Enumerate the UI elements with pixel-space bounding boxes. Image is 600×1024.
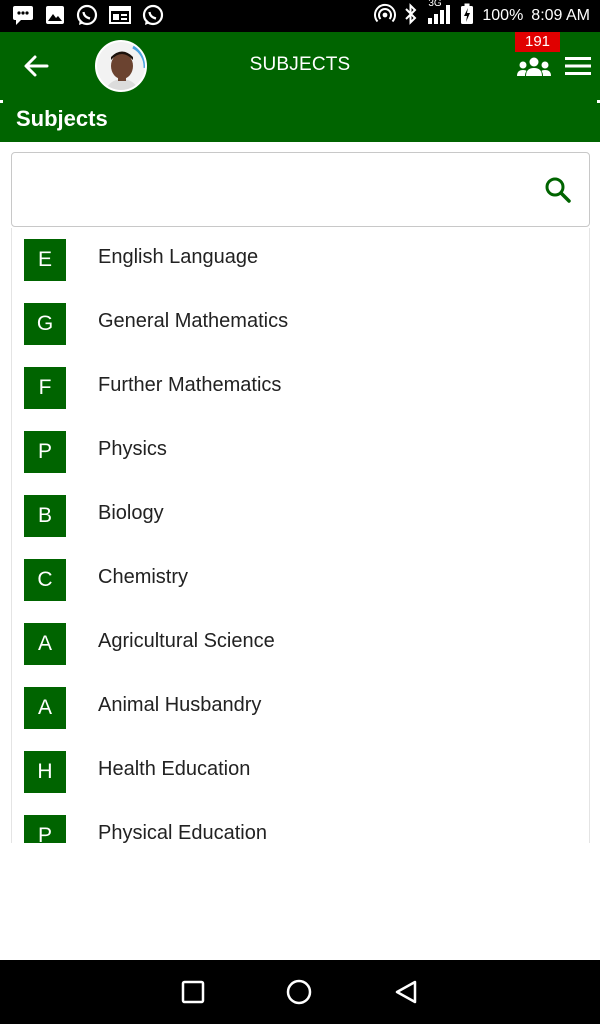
- letter-avatar: G: [24, 303, 66, 345]
- list-item[interactable]: A Animal Husbandry: [12, 676, 589, 740]
- subject-name: Biology: [98, 502, 164, 524]
- back-triangle-icon: [395, 980, 417, 1004]
- network-type-label: 3G: [428, 0, 442, 9]
- bluetooth-icon: [404, 2, 418, 30]
- list-item[interactable]: P Physics: [12, 420, 589, 484]
- news-icon: [109, 5, 131, 30]
- subject-name: Physics: [98, 438, 167, 460]
- list-item[interactable]: A Agricultural Science: [12, 612, 589, 676]
- list-item[interactable]: H Health Education: [12, 740, 589, 804]
- home-circle-icon: [286, 979, 312, 1005]
- list-item[interactable]: P Physical Education: [12, 804, 589, 843]
- letter-avatar: F: [24, 367, 66, 409]
- subject-name: Physical Education: [98, 822, 267, 843]
- letter-avatar: B: [24, 495, 66, 537]
- clock: 8:09 AM: [531, 7, 590, 24]
- subject-name: Animal Husbandry: [98, 694, 262, 716]
- letter-avatar: P: [24, 815, 66, 843]
- section-title: Subjects: [16, 106, 108, 131]
- hotspot-icon: [374, 3, 397, 30]
- signal-icon: 3G: [426, 0, 452, 30]
- subject-name: Agricultural Science: [98, 630, 275, 652]
- app-bar: SUBJECTS 191: [0, 32, 600, 100]
- whatsapp-icon: [142, 4, 164, 31]
- list-item[interactable]: B Biology: [12, 484, 589, 548]
- home-button[interactable]: [285, 978, 313, 1006]
- search-bar: [11, 152, 590, 227]
- letter-avatar: H: [24, 751, 66, 793]
- battery-percentage: 100%: [482, 7, 524, 24]
- list-item[interactable]: E English Language: [12, 228, 589, 292]
- search-icon: [545, 177, 571, 203]
- subject-name: Chemistry: [98, 566, 189, 588]
- battery-charging-icon: [460, 3, 474, 30]
- status-bar-system: 3G 100% 8:09 AM: [374, 0, 590, 30]
- list-item[interactable]: G General Mathematics: [12, 292, 589, 356]
- subject-name: General Mathematics: [98, 310, 289, 332]
- subject-name: Further Mathematics: [98, 374, 282, 396]
- list-item[interactable]: F Further Mathematics: [12, 356, 589, 420]
- status-bar-notifications: [12, 4, 164, 31]
- section-header: Subjects: [0, 100, 600, 142]
- groups-button[interactable]: [515, 54, 553, 80]
- subject-name: English Language: [98, 246, 259, 268]
- page-title: SUBJECTS: [249, 54, 351, 75]
- recents-square-icon: [181, 980, 205, 1004]
- system-back-button[interactable]: [392, 978, 420, 1006]
- image-notification-icon: [45, 5, 65, 30]
- letter-avatar: A: [24, 687, 66, 729]
- list-item[interactable]: C Chemistry: [12, 548, 589, 612]
- app-screen: 3G 100% 8:09 AM SUBJECTS 191 Subjects E …: [0, 0, 600, 1024]
- status-bar: 3G 100% 8:09 AM: [0, 0, 600, 32]
- chat-notification-icon: [12, 5, 34, 30]
- recents-button[interactable]: [179, 978, 207, 1006]
- subject-name: Health Education: [98, 758, 251, 780]
- menu-button[interactable]: [564, 54, 592, 78]
- letter-avatar: E: [24, 239, 66, 281]
- search-input[interactable]: [26, 173, 526, 207]
- letter-avatar: P: [24, 431, 66, 473]
- hamburger-menu-icon: [565, 57, 591, 75]
- letter-avatar: A: [24, 623, 66, 665]
- notification-badge: 191: [515, 32, 560, 52]
- system-nav-bar: [0, 960, 600, 1024]
- whatsapp-icon: [76, 4, 98, 31]
- search-button[interactable]: [543, 175, 573, 205]
- letter-avatar: C: [24, 559, 66, 601]
- subject-list: E English Language G General Mathematics…: [11, 228, 590, 843]
- group-icon: [517, 57, 551, 76]
